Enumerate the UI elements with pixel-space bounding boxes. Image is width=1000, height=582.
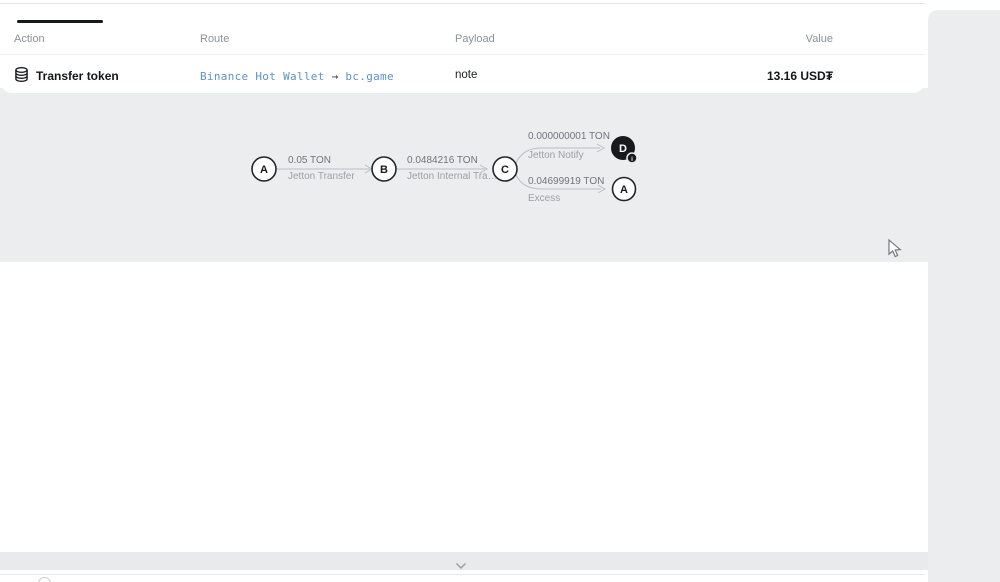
internal-message-card: [0, 262, 925, 549]
route-arrow-icon: →: [332, 70, 339, 83]
edge-amount: 0.04699919 TON: [528, 176, 604, 187]
next-card-top-edge: [0, 574, 925, 575]
column-header-action: Action: [14, 33, 45, 45]
page-background-gutter: [928, 10, 1000, 582]
payload-cell: note: [455, 69, 477, 81]
route-to-link[interactable]: bc.game: [345, 70, 393, 83]
column-header-payload: Payload: [455, 33, 495, 45]
value-cell: 13.16 USD₮: [767, 69, 833, 83]
next-address-badge: [38, 577, 51, 582]
route-cell: Binance Hot Wallet → bc.game: [200, 70, 394, 83]
tabs-divider: [0, 3, 925, 4]
node-a2-letter: A: [620, 184, 628, 196]
edge-amount: 0.05 TON: [288, 155, 331, 166]
column-header-route: Route: [200, 33, 229, 45]
edge-label: Jetton Notify: [528, 150, 584, 161]
node-d-badge-glyph: i: [631, 156, 633, 163]
column-header-value: Value: [806, 33, 833, 45]
node-a1-letter: A: [260, 164, 268, 176]
token-coins-icon: [13, 66, 30, 83]
node-d-letter: D: [619, 143, 627, 155]
active-tab-indicator[interactable]: [17, 20, 103, 23]
actions-card: Action Route Payload Value Transfer toke…: [0, 0, 925, 93]
route-from-link[interactable]: Binance Hot Wallet: [200, 70, 325, 83]
header-row-divider: [0, 54, 925, 55]
mouse-cursor: [888, 239, 903, 264]
node-b-letter: B: [380, 164, 388, 176]
node-c-letter: C: [501, 164, 509, 176]
action-type-label: Transfer token: [36, 69, 119, 83]
transaction-page: Action Route Payload Value Transfer toke…: [0, 0, 1000, 582]
edge-label: Jetton Transfer: [288, 171, 355, 182]
edge-label: Jetton Internal Tra…: [407, 171, 498, 182]
edge-amount: 0.000000001 TON: [528, 131, 610, 142]
chevron-down-icon[interactable]: [455, 557, 467, 575]
edge-amount: 0.0484216 TON: [407, 155, 478, 166]
edge-label: Excess: [528, 193, 560, 204]
